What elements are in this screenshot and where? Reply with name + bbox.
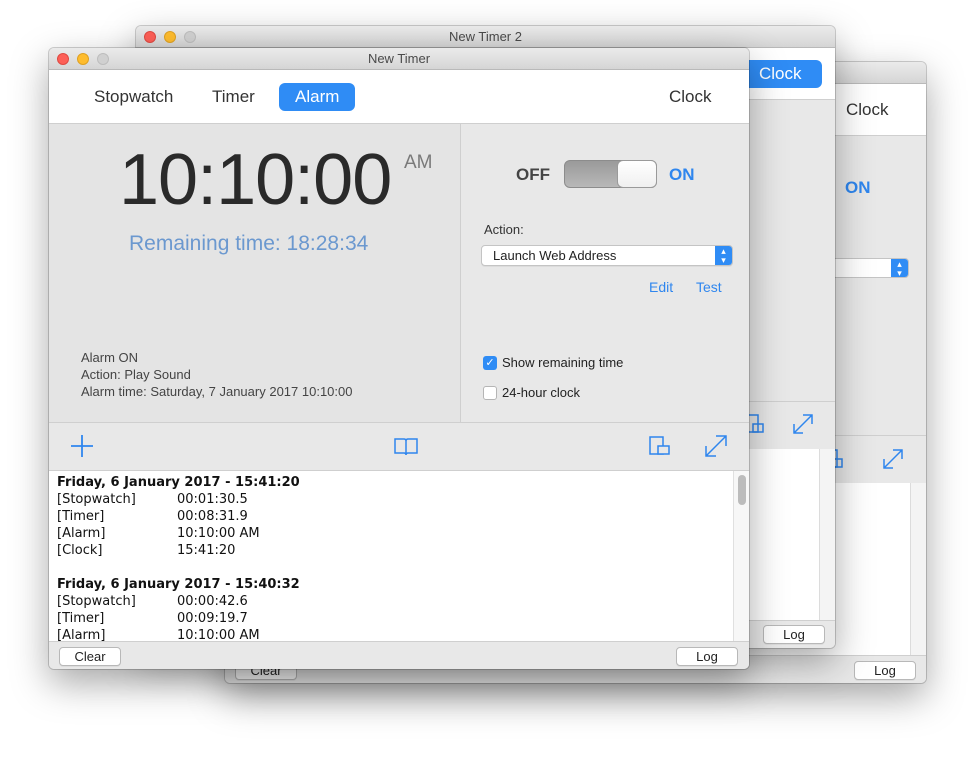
log-area: Friday, 6 January 2017 - 15:41:20 [Stopw… xyxy=(49,470,749,641)
tab-timer[interactable]: Timer xyxy=(196,83,271,111)
remaining-time: Remaining time: 18:28:34 xyxy=(129,232,369,255)
expand-icon[interactable] xyxy=(703,433,729,459)
book-icon[interactable] xyxy=(393,436,419,458)
log-row-value: 00:01:30.5 xyxy=(177,492,248,507)
middle-window-zoom-button[interactable] xyxy=(184,31,196,43)
select-stepper-icon: ▴ ▾ xyxy=(715,246,732,265)
log-row-name: [Timer] xyxy=(57,611,105,626)
middle-window-tab-clock[interactable]: Clock xyxy=(739,60,822,88)
action-label: Action: xyxy=(484,222,524,237)
back-window-scrollbar[interactable] xyxy=(910,483,926,655)
tab-alarm[interactable]: Alarm xyxy=(279,83,356,111)
status-line-3: Alarm time: Saturday, 7 January 2017 10:… xyxy=(81,384,353,399)
show-remaining-checkbox[interactable]: ✓ xyxy=(483,356,497,370)
alarm-settings-panel: OFF ON Action: Launch Web Address ▴ ▾ Edi… xyxy=(462,124,749,422)
log-row-name: [Clock] xyxy=(57,543,103,558)
log-row-name: [Alarm] xyxy=(57,526,106,541)
clock24-checkbox[interactable] xyxy=(483,386,497,400)
status-line-2: Action: Play Sound xyxy=(81,367,191,382)
log-entry-header: Friday, 6 January 2017 - 15:41:20 xyxy=(57,475,300,490)
edit-link[interactable]: Edit xyxy=(649,279,673,295)
log-row-value: 10:10:00 AM xyxy=(177,526,260,541)
log-row-value: 00:08:31.9 xyxy=(177,509,248,524)
middle-window-minimize-button[interactable] xyxy=(164,31,176,43)
alarm-ampm: AM xyxy=(404,152,433,173)
log-row-value: 00:00:42.6 xyxy=(177,594,248,609)
front-window-zoom-button[interactable] xyxy=(97,53,109,65)
middle-window-scrollbar[interactable] xyxy=(819,449,835,620)
toggle-on-label: ON xyxy=(669,165,695,184)
log-row-name: [Stopwatch] xyxy=(57,594,136,609)
front-window-bottom-bar: Clear Log xyxy=(49,641,749,669)
log-button[interactable]: Log xyxy=(676,647,738,666)
alarm-time: 10:10:00 xyxy=(119,140,392,220)
test-link[interactable]: Test xyxy=(696,279,722,295)
back-window-tab-clock[interactable]: Clock xyxy=(830,96,905,124)
log-row-value: 00:09:19.7 xyxy=(177,611,248,626)
alarm-display-panel: 10:10:00 AM Remaining time: 18:28:34 Ala… xyxy=(49,124,461,422)
back-window-select-stepper-icon: ▴ ▾ xyxy=(891,259,908,278)
action-select[interactable]: Launch Web Address ▴ ▾ xyxy=(481,245,733,266)
back-window-expand-icon[interactable] xyxy=(881,447,905,471)
back-window-on-label: ON xyxy=(845,178,871,197)
log-row-name: [Alarm] xyxy=(57,628,106,641)
front-window-tabbar: Stopwatch Timer Alarm Clock xyxy=(49,70,749,124)
front-window-minimize-button[interactable] xyxy=(77,53,89,65)
front-window-close-button[interactable] xyxy=(57,53,69,65)
alarm-toggle-knob[interactable] xyxy=(617,160,657,188)
log-entry-header: Friday, 6 January 2017 - 15:40:32 xyxy=(57,577,300,592)
action-select-value: Launch Web Address xyxy=(493,248,617,263)
front-window-toolbar xyxy=(49,422,749,470)
log-scrollbar[interactable] xyxy=(733,471,749,641)
front-window-titlebar[interactable]: New Timer xyxy=(49,48,749,70)
tab-clock[interactable]: Clock xyxy=(653,83,728,111)
clear-button[interactable]: Clear xyxy=(59,647,121,666)
toggle-off-label: OFF xyxy=(516,165,550,184)
alarm-toggle-switch[interactable] xyxy=(564,160,657,188)
log-row-name: [Timer] xyxy=(57,509,105,524)
log-row-name: [Stopwatch] xyxy=(57,492,136,507)
log-row-value: 10:10:00 AM xyxy=(177,628,260,641)
middle-window-close-button[interactable] xyxy=(144,31,156,43)
clock24-label[interactable]: 24-hour clock xyxy=(502,385,580,400)
window-icon[interactable] xyxy=(648,435,672,457)
middle-window-log-button[interactable]: Log xyxy=(763,625,825,644)
tab-stopwatch[interactable]: Stopwatch xyxy=(78,83,189,111)
middle-window-title: New Timer 2 xyxy=(449,29,522,44)
front-window-title: New Timer xyxy=(367,51,431,66)
log-row-value: 15:41:20 xyxy=(177,543,236,558)
plus-icon[interactable] xyxy=(69,433,95,459)
middle-window-expand-icon[interactable] xyxy=(791,412,815,436)
show-remaining-label[interactable]: Show remaining time xyxy=(502,355,623,370)
middle-window-titlebar[interactable]: New Timer 2 xyxy=(136,26,835,48)
back-window-log-button[interactable]: Log xyxy=(854,661,916,680)
log-scrollbar-thumb[interactable] xyxy=(738,475,746,505)
status-line-1: Alarm ON xyxy=(81,350,139,365)
front-window: New Timer Stopwatch Timer Alarm Clock 10… xyxy=(49,48,749,669)
